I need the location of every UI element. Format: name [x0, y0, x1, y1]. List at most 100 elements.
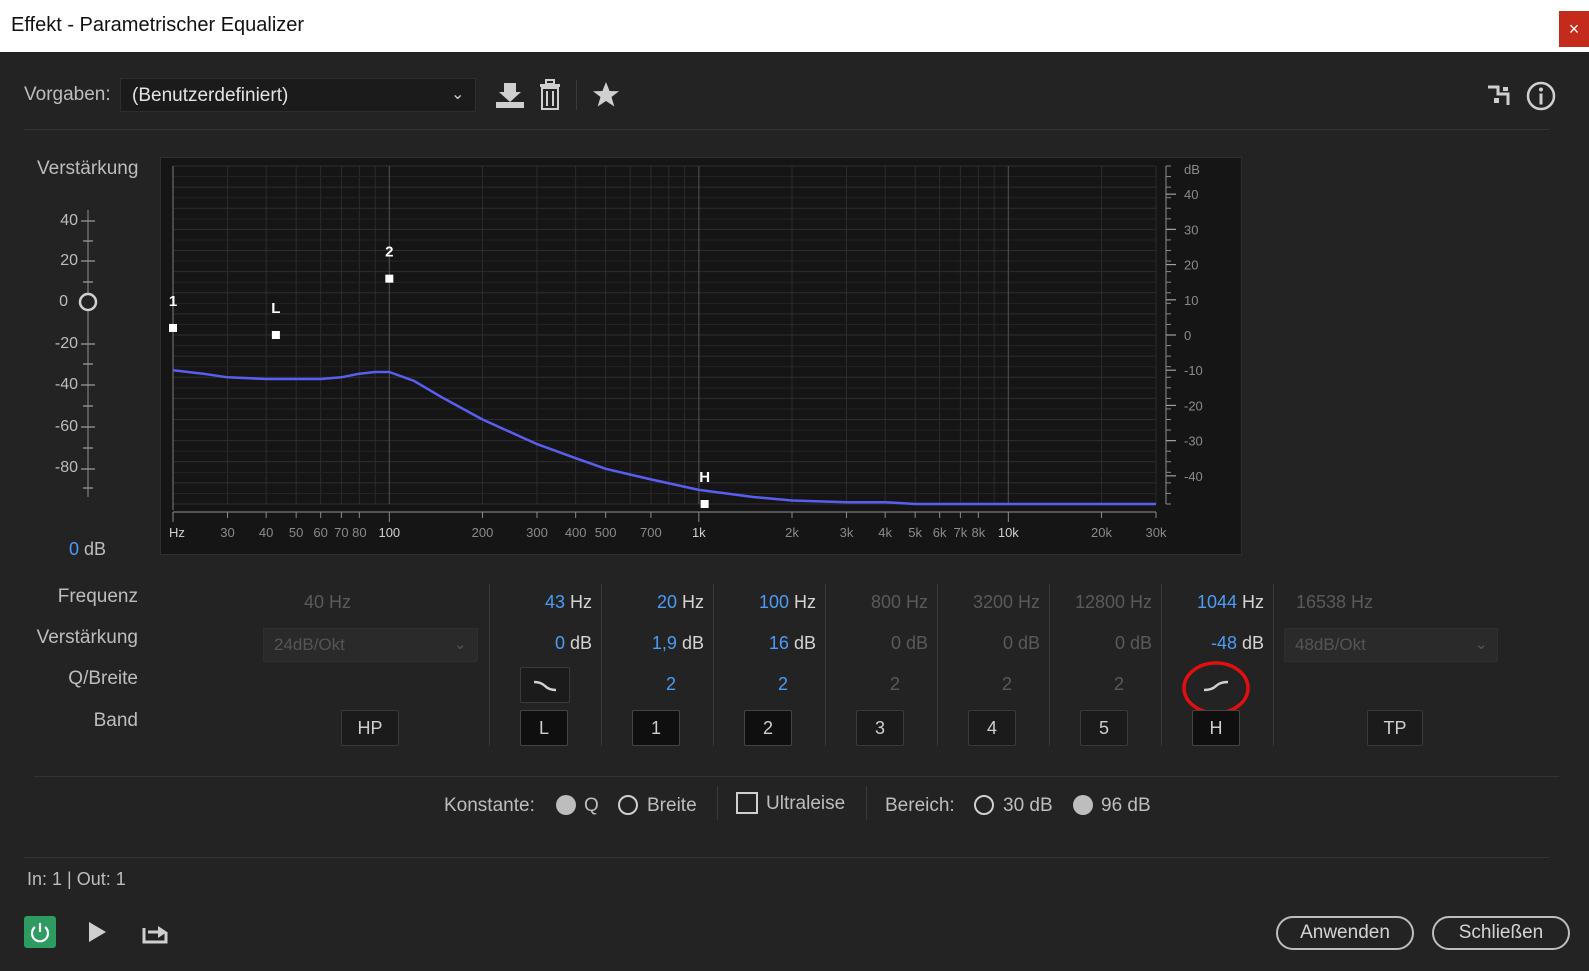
- title-bar: Effekt - Parametrischer Equalizer ×: [0, 0, 1589, 52]
- band-button-4[interactable]: 4: [968, 710, 1016, 746]
- gain-slider[interactable]: [78, 205, 100, 505]
- range-96db-radio[interactable]: [1073, 795, 1093, 815]
- y-tick-label: 40: [1184, 187, 1198, 202]
- play-icon[interactable]: [86, 920, 108, 944]
- constant-q-label[interactable]: Q: [584, 795, 599, 817]
- eq-band-handle[interactable]: [271, 331, 280, 339]
- band-4-gain[interactable]: 0 dB: [948, 633, 1040, 654]
- eq-band-handle[interactable]: [700, 500, 709, 508]
- low-shelf-toggle[interactable]: [520, 667, 570, 703]
- x-tick-label: 6k: [933, 525, 947, 540]
- preset-value: (Benutzerdefiniert): [132, 85, 289, 106]
- gain-scale-tick: -40: [54, 376, 78, 393]
- range-30db-radio[interactable]: [974, 795, 994, 815]
- band-l-gain-unit: dB: [569, 633, 592, 653]
- x-tick-label: 60: [313, 525, 327, 540]
- band-h-frequency-value: 1044: [1196, 592, 1237, 612]
- y-tick-label: -40: [1184, 469, 1203, 484]
- band-l-frequency-unit: Hz: [570, 592, 592, 612]
- preset-dropdown[interactable]: (Benutzerdefiniert) ⌄: [120, 78, 476, 112]
- range-96db-label[interactable]: 96 dB: [1101, 795, 1151, 817]
- close-button[interactable]: Schließen: [1432, 916, 1570, 950]
- x-tick-label: 50: [289, 525, 303, 540]
- band-5-q[interactable]: 2: [1060, 674, 1124, 695]
- constant-width-radio[interactable]: [618, 795, 638, 815]
- eq-band-handle[interactable]: [385, 274, 394, 283]
- band-3-q[interactable]: 2: [836, 674, 900, 695]
- range-label: Bereich:: [885, 795, 955, 816]
- x-tick-label: 30k: [1146, 525, 1167, 540]
- band-button-2[interactable]: 2: [744, 710, 792, 746]
- band-button-h[interactable]: H: [1192, 710, 1240, 746]
- tp-slope-select[interactable]: 48dB/Okt ⌄: [1284, 628, 1498, 662]
- band-button-hp[interactable]: HP: [341, 710, 399, 746]
- band-l-frequency[interactable]: 43 Hz: [500, 592, 592, 613]
- options-divider: [866, 786, 867, 820]
- band-h-gain-unit: dB: [1241, 633, 1264, 653]
- chevron-down-icon: ⌄: [1475, 636, 1488, 653]
- hp-frequency[interactable]: 40 Hz: [263, 592, 351, 613]
- band-2-gain[interactable]: 16 dB: [724, 633, 816, 654]
- trash-icon[interactable]: [538, 79, 562, 111]
- close-window-button[interactable]: ×: [1559, 11, 1589, 47]
- band-l-gain[interactable]: 0 dB: [500, 633, 592, 654]
- gain-readout-value: 0: [69, 539, 80, 559]
- options-separator: [34, 776, 1559, 777]
- ultraquiet-label[interactable]: Ultraleise: [766, 793, 845, 815]
- band-button-3[interactable]: 3: [856, 710, 904, 746]
- apply-button[interactable]: Anwenden: [1276, 916, 1414, 950]
- band-4-frequency[interactable]: 3200 Hz: [948, 592, 1040, 613]
- band-1-gain[interactable]: 1,9 dB: [612, 633, 704, 654]
- x-tick-label: 80: [352, 525, 366, 540]
- band-1-frequency[interactable]: 20 Hz: [612, 592, 704, 613]
- band-2-frequency[interactable]: 100 Hz: [724, 592, 816, 613]
- gain-row-label: Verstärkung: [36, 627, 138, 648]
- band-1-q[interactable]: 2: [612, 674, 676, 695]
- hp-slope-value: 24dB/Okt: [274, 635, 345, 654]
- routing-icon[interactable]: [1486, 83, 1512, 109]
- download-icon[interactable]: [494, 80, 526, 110]
- band-1-frequency-unit: Hz: [682, 592, 704, 612]
- band-2-gain-value: 16: [768, 633, 789, 653]
- band-3-gain[interactable]: 0 dB: [836, 633, 928, 654]
- y-tick-label: 30: [1184, 222, 1198, 237]
- column-divider: [1049, 584, 1050, 746]
- band-button-5[interactable]: 5: [1080, 710, 1128, 746]
- constant-width-label[interactable]: Breite: [647, 795, 697, 817]
- power-button[interactable]: [24, 916, 56, 948]
- range-30db-label[interactable]: 30 dB: [1003, 795, 1053, 817]
- x-tick-label: 100: [378, 525, 400, 540]
- x-tick-label: 30: [220, 525, 234, 540]
- gain-scale-tick: -20: [54, 335, 78, 352]
- band-3-frequency[interactable]: 800 Hz: [836, 592, 928, 613]
- band-2-frequency-unit: Hz: [794, 592, 816, 612]
- x-tick-label: 4k: [878, 525, 892, 540]
- eq-band-handle-label: 1: [169, 293, 177, 310]
- hp-slope-select[interactable]: 24dB/Okt ⌄: [263, 628, 478, 662]
- low-shelf-icon: [533, 680, 557, 692]
- loop-icon[interactable]: [140, 918, 170, 946]
- gain-scale-tick: 20: [60, 252, 78, 269]
- eq-band-handle[interactable]: [169, 323, 177, 332]
- io-status: In: 1 | Out: 1: [27, 869, 126, 889]
- band-h-gain[interactable]: -48 dB: [1172, 633, 1264, 654]
- band-2-q[interactable]: 2: [724, 674, 788, 695]
- info-icon[interactable]: [1525, 80, 1557, 112]
- eq-graph[interactable]: Hz 30 40 50 60 70 80 100 200 300 400 500 700 1k 2k 3k 4k…: [160, 157, 1242, 555]
- band-1-frequency-value: 20: [656, 592, 677, 612]
- band-5-gain[interactable]: 0 dB: [1060, 633, 1152, 654]
- band-h-frequency[interactable]: 1044 Hz: [1172, 592, 1264, 613]
- x-tick-label: 10k: [998, 525, 1019, 540]
- star-icon[interactable]: [592, 81, 620, 109]
- band-h-gain-value: -48: [1210, 633, 1237, 653]
- band-5-frequency[interactable]: 12800 Hz: [1060, 592, 1152, 613]
- band-button-tp[interactable]: TP: [1367, 710, 1423, 746]
- x-tick-label: 300: [526, 525, 548, 540]
- band-button-l[interactable]: L: [520, 710, 568, 746]
- constant-q-radio[interactable]: [556, 795, 576, 815]
- band-button-1[interactable]: 1: [632, 710, 680, 746]
- ultraquiet-checkbox[interactable]: [736, 792, 758, 814]
- tp-frequency[interactable]: 16538 Hz: [1284, 592, 1390, 613]
- band-4-q[interactable]: 2: [948, 674, 1012, 695]
- eq-graph-canvas[interactable]: Hz 30 40 50 60 70 80 100 200 300 400 500 700 1k 2k 3k 4k…: [161, 158, 1241, 554]
